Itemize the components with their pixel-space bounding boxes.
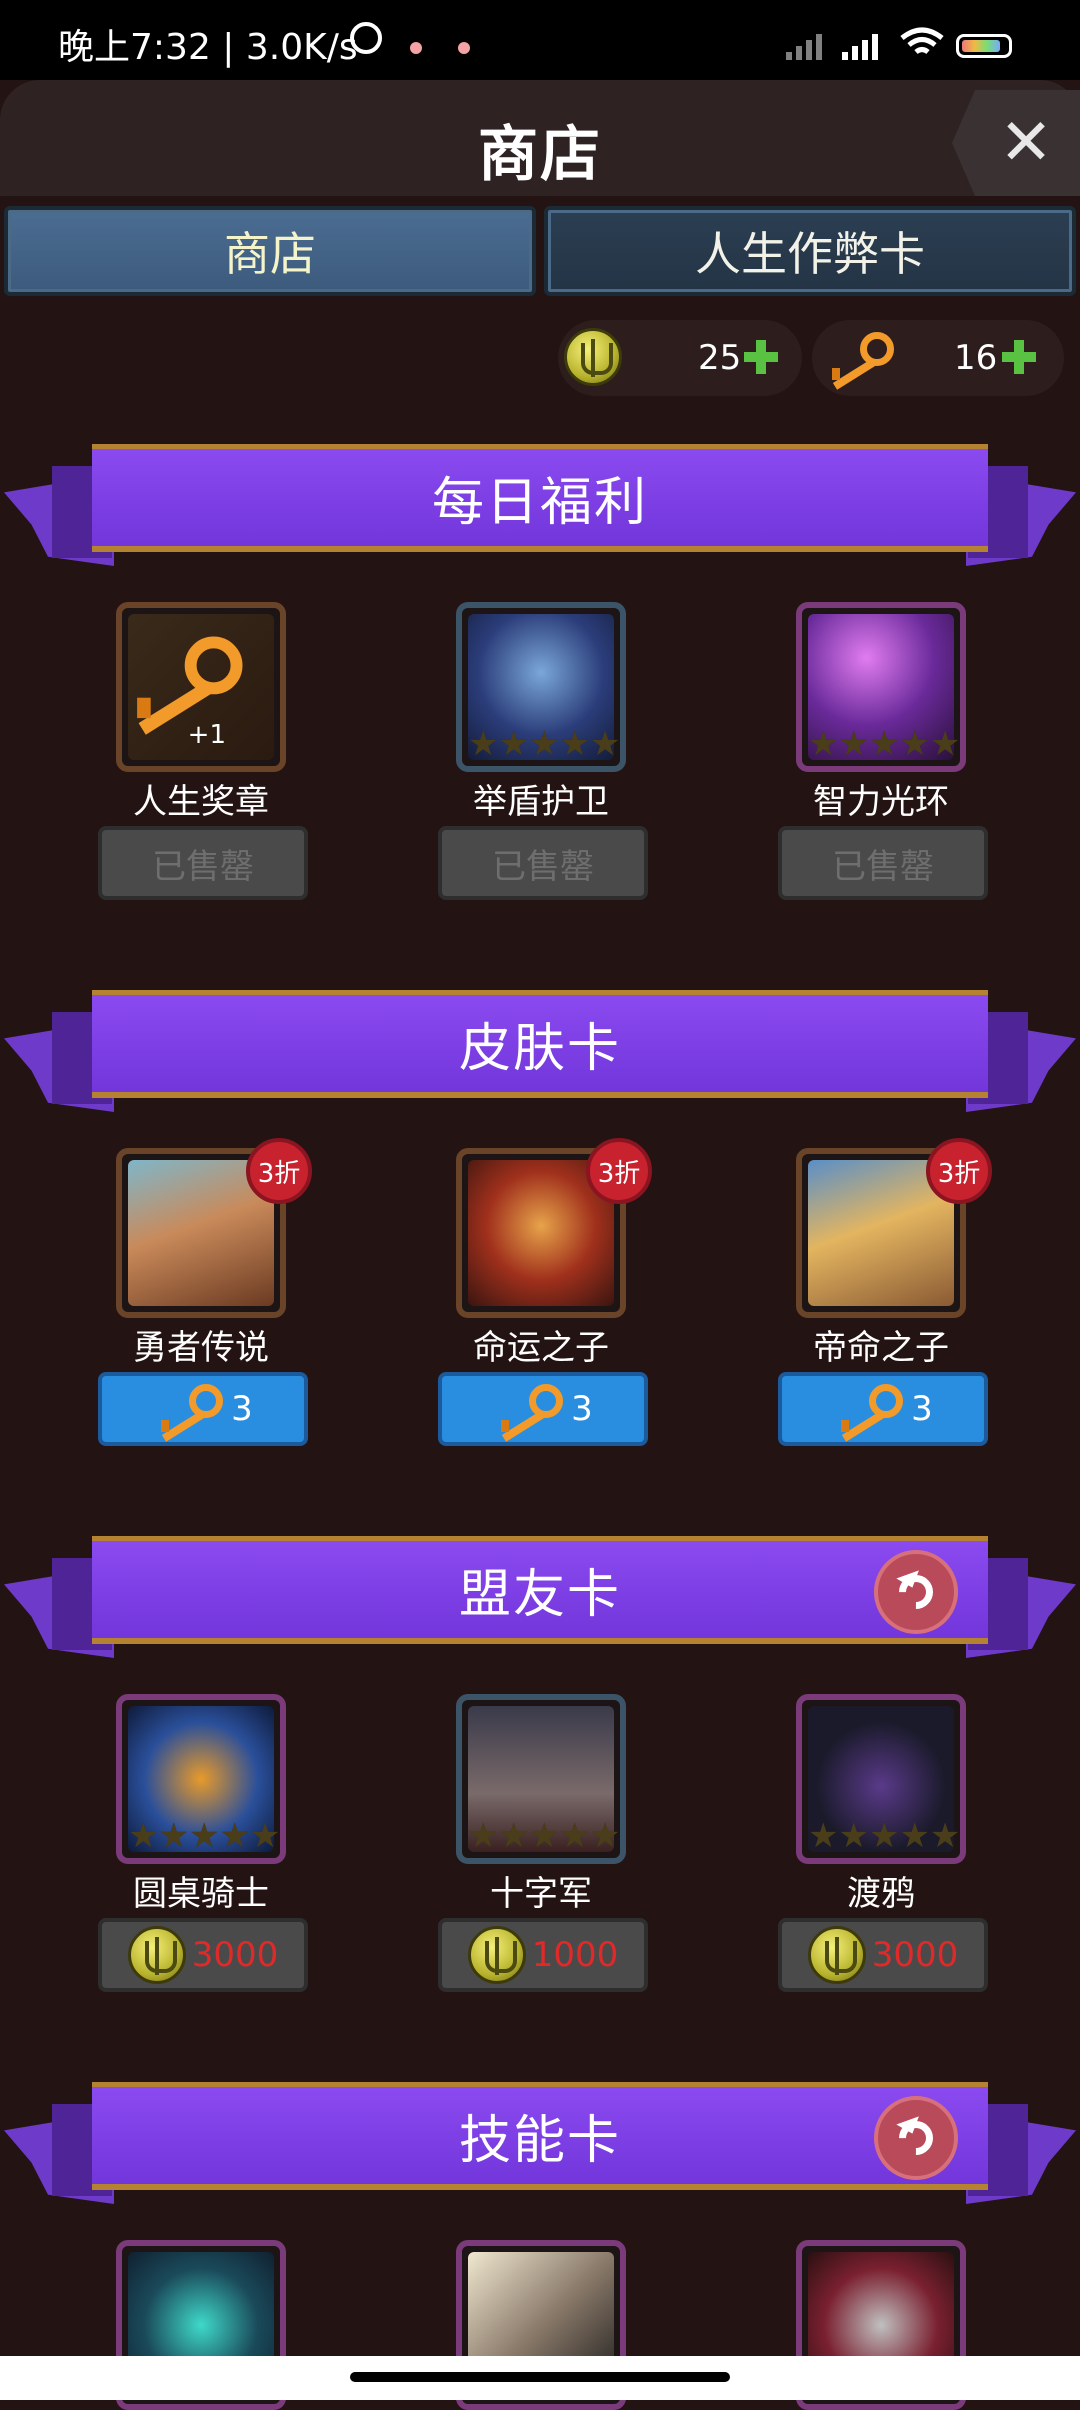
star-rating: ★★★★★: [808, 724, 961, 764]
section-banner-skill: 技能卡: [0, 2082, 1080, 2212]
item-name: 举盾护卫: [473, 782, 609, 822]
discount-badge: 3折: [926, 1138, 992, 1204]
price: 3: [911, 1389, 933, 1429]
discount-badge: 3折: [586, 1138, 652, 1204]
buy-with-keys-button[interactable]: 3: [778, 1372, 988, 1446]
add-coins-button[interactable]: [744, 340, 778, 374]
status-bar: 晚上7:32 | 3.0K/s: [0, 0, 1080, 80]
item-quantity: +1: [187, 720, 226, 750]
discount-badge: 3折: [246, 1138, 312, 1204]
section-title: 皮肤卡: [92, 990, 988, 1098]
close-button[interactable]: ✕: [952, 90, 1080, 196]
key-icon: [493, 1384, 564, 1442]
section-title: 盟友卡: [92, 1536, 988, 1644]
wifi-icon: [900, 27, 944, 55]
star-rating: ★★★★★: [468, 1816, 621, 1856]
coin-count: 25: [698, 338, 742, 378]
buy-with-keys-button[interactable]: 3: [438, 1372, 648, 1446]
battery-icon: [956, 34, 1012, 58]
buy-with-coins-button[interactable]: 1000: [438, 1918, 648, 1992]
star-rating: ★★★★★: [128, 1816, 281, 1856]
coin-icon: [467, 1926, 526, 1984]
coin-balance: 25: [558, 320, 802, 396]
tab-label: 商店: [224, 227, 316, 281]
section-title: 技能卡: [92, 2082, 988, 2190]
notification-dot-icon: [458, 42, 470, 54]
coin-icon: [807, 1926, 866, 1984]
section-title: 每日福利: [92, 444, 988, 552]
price: 3: [231, 1389, 253, 1429]
item-name: 人生奖章: [133, 782, 269, 822]
sold-out-button[interactable]: 已售罄: [778, 826, 988, 900]
status-time: 晚上7:32 | 3.0K/s: [58, 27, 358, 68]
title-bar: 商店: [0, 80, 1080, 196]
alarm-icon: [350, 22, 382, 54]
price: 3000: [871, 1935, 959, 1975]
item-name: 勇者传说: [133, 1328, 269, 1368]
key-count: 16: [954, 338, 998, 378]
tab-cheat-cards[interactable]: 人生作弊卡: [544, 206, 1076, 296]
price: 3: [571, 1389, 593, 1429]
star-rating: ★★★★★: [808, 1816, 961, 1856]
section-banner-skin: 皮肤卡: [0, 990, 1080, 1120]
home-indicator[interactable]: [350, 2372, 730, 2382]
add-keys-button[interactable]: [1002, 340, 1036, 374]
key-icon: [153, 1384, 224, 1442]
close-icon: ✕: [999, 106, 1053, 180]
refresh-button[interactable]: [874, 1550, 958, 1634]
refresh-button[interactable]: [874, 2096, 958, 2180]
buy-with-coins-button[interactable]: 3000: [778, 1918, 988, 1992]
section-banner-ally: 盟友卡: [0, 1536, 1080, 1666]
buy-with-keys-button[interactable]: 3: [98, 1372, 308, 1446]
sold-out-button[interactable]: 已售罄: [438, 826, 648, 900]
sold-out-button[interactable]: 已售罄: [98, 826, 308, 900]
coin-icon: [127, 1926, 186, 1984]
tab-label: 人生作弊卡: [695, 227, 925, 281]
section-banner-daily: 每日福利: [0, 444, 1080, 574]
notification-dot-icon: [410, 42, 422, 54]
item-name: 命运之子: [473, 1328, 609, 1368]
buy-with-coins-button[interactable]: 3000: [98, 1918, 308, 1992]
key-balance: 16: [812, 320, 1064, 396]
item-name: 帝命之子: [813, 1328, 949, 1368]
key-item-image: +1: [128, 614, 274, 760]
tab-bar: 商店 人生作弊卡: [0, 206, 1080, 298]
item-name: 十字军: [490, 1874, 592, 1914]
signal-icon: [786, 28, 822, 60]
key-icon: [124, 636, 243, 735]
coin-icon: [564, 328, 622, 386]
item-name: 智力光环: [813, 782, 949, 822]
price: 3000: [191, 1935, 279, 1975]
key-icon: [833, 1384, 904, 1442]
key-icon: [824, 332, 894, 390]
signal-icon: [842, 28, 878, 60]
item-name: 圆桌骑士: [133, 1874, 269, 1914]
page-title: 商店: [478, 120, 602, 190]
tab-shop[interactable]: 商店: [4, 206, 536, 296]
price: 1000: [531, 1935, 619, 1975]
star-rating: ★★★★★: [468, 724, 621, 764]
item-name: 渡鸦: [847, 1874, 915, 1914]
